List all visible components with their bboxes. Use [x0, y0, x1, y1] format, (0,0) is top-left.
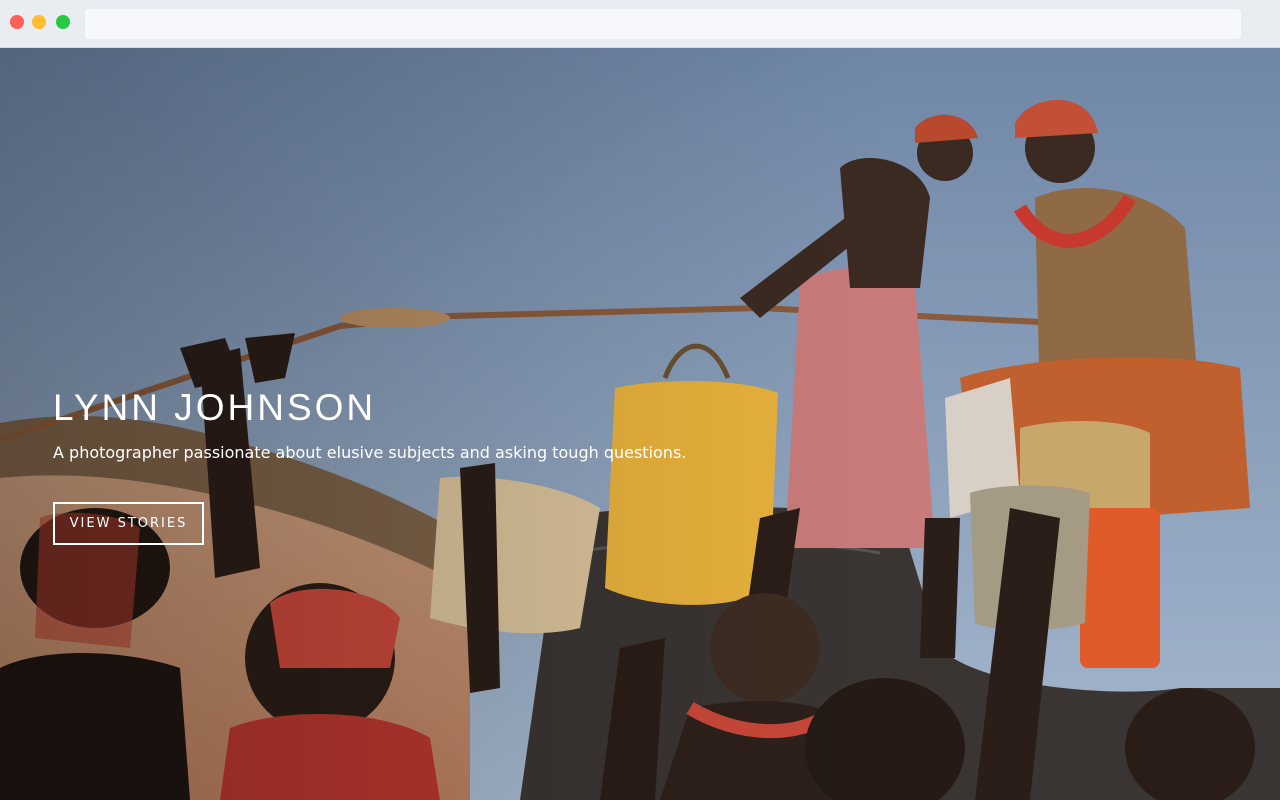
close-window-icon[interactable] — [10, 15, 24, 29]
minimize-window-icon[interactable] — [32, 15, 46, 29]
view-stories-button[interactable]: VIEW STORIES — [53, 502, 204, 545]
browser-chrome — [0, 0, 1280, 48]
address-bar[interactable] — [85, 9, 1241, 39]
zoom-window-icon[interactable] — [56, 15, 70, 29]
hero-section: LYNN JOHNSON A photographer passionate a… — [0, 48, 1280, 800]
hero-title: LYNN JOHNSON — [53, 387, 377, 428]
hero-subtitle: A photographer passionate about elusive … — [53, 443, 687, 462]
